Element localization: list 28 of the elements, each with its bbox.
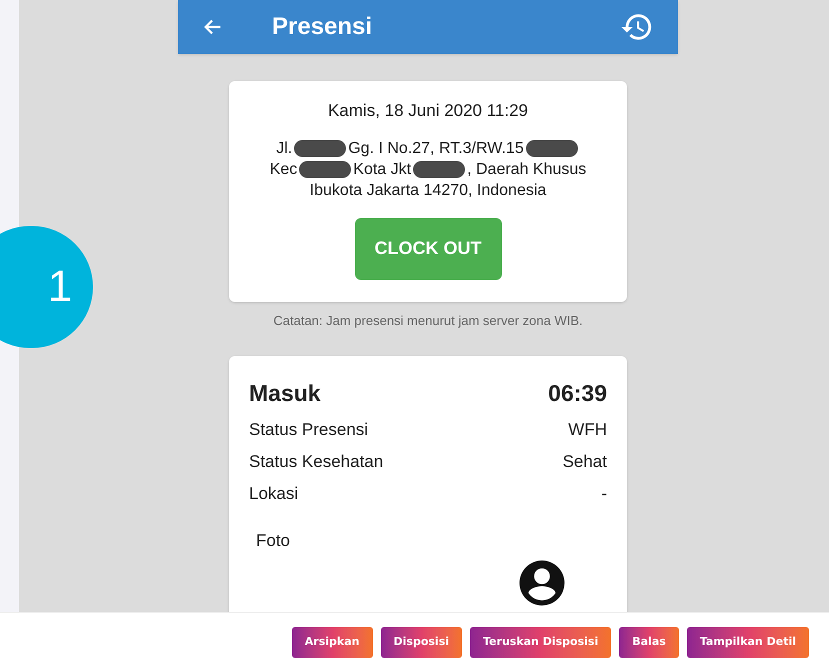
screen-title: Presensi <box>272 12 372 42</box>
redaction-mark <box>299 160 352 178</box>
field-value: - <box>601 483 607 505</box>
photo-label: Foto <box>256 530 292 552</box>
action-button[interactable]: Arsipkan <box>292 627 372 658</box>
redaction-mark <box>526 140 578 156</box>
field-value: WFH <box>568 419 607 441</box>
address-text: Jl. <box>276 138 292 158</box>
redaction-mark <box>294 140 346 156</box>
field-label: Status Kesehatan <box>249 451 384 473</box>
note-text: Catatan: Jam presensi menurut jam server zona WIB. <box>273 312 583 330</box>
address-text: , Daerah Khusus <box>467 160 586 180</box>
action-button[interactable]: Teruskan Disposisi <box>470 627 612 658</box>
date-time: Kamis, 18 Juni 2020 11:29 <box>328 100 528 122</box>
card-title: Masuk <box>249 378 321 408</box>
field-value: Sehat <box>562 451 607 473</box>
field-label: Lokasi <box>249 483 298 505</box>
address-text: Gg. I No.27, RT.3/RW.15 <box>348 138 524 158</box>
check-in-time: 06:39 <box>548 378 607 408</box>
clock-out-button[interactable]: CLOCK OUT <box>354 218 502 280</box>
address-text: Ibukota Jakarta 14270, Indonesia <box>310 180 546 200</box>
action-button[interactable]: Balas <box>619 627 679 658</box>
action-button[interactable]: Tampilkan Detil <box>686 627 809 658</box>
field-label: Status Presensi <box>249 419 368 441</box>
redaction-mark <box>413 160 466 178</box>
address-text: Kota Jkt <box>353 160 412 180</box>
address-text: Kec <box>270 160 298 180</box>
action-button[interactable]: Disposisi <box>380 627 462 658</box>
